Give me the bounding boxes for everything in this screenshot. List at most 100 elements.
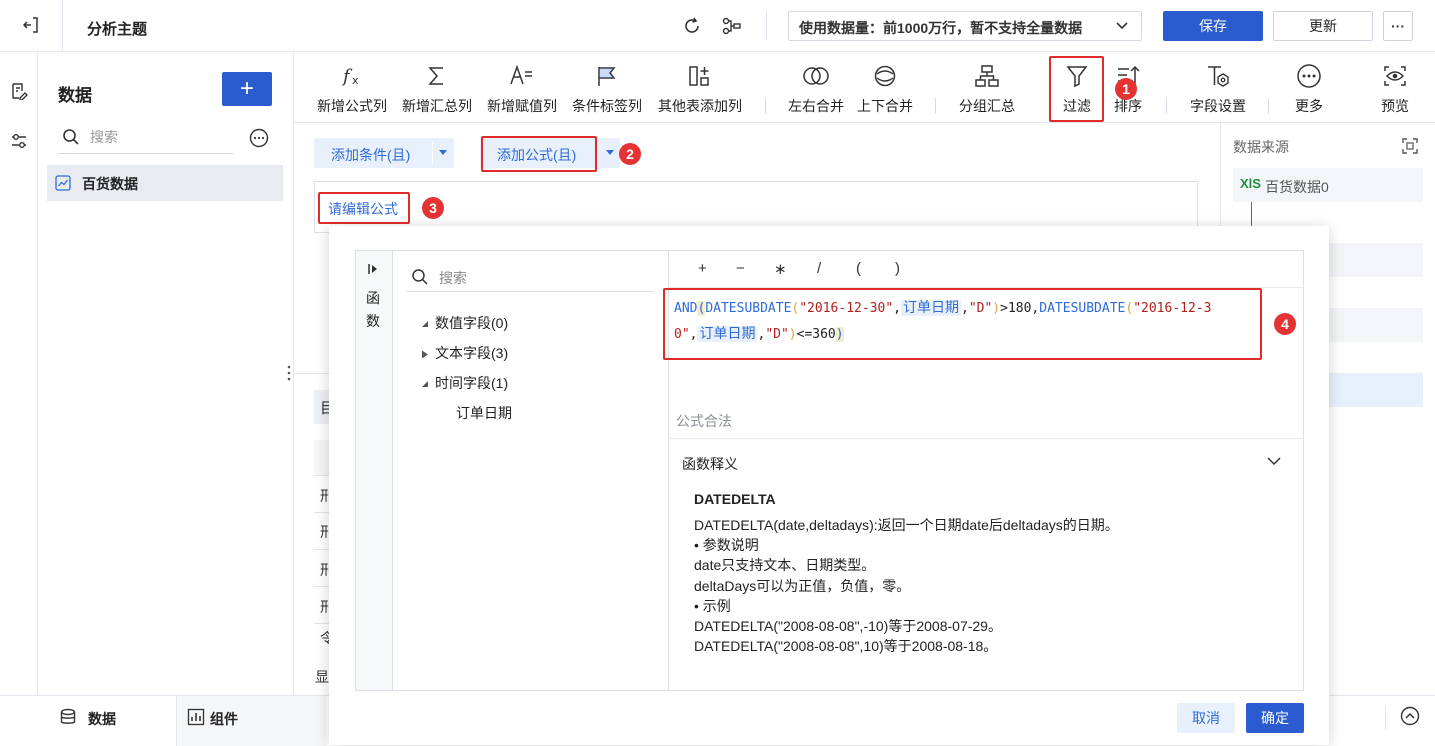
- caret-down-icon: [421, 320, 429, 328]
- operator-multiply[interactable]: ∗: [774, 260, 787, 278]
- help-line: deltaDays可以为正值，负值，零。: [694, 577, 911, 594]
- field-settings-button[interactable]: 字段设置: [1183, 60, 1253, 118]
- confirm-button[interactable]: 确定: [1246, 703, 1304, 733]
- cancel-button[interactable]: 取消: [1177, 703, 1235, 733]
- operator-plus[interactable]: +: [698, 260, 707, 277]
- toolbar-label: 上下合并: [857, 98, 913, 114]
- bottom-tab-component[interactable]: 组件: [176, 696, 326, 746]
- flag-icon: [595, 64, 619, 88]
- more-actions-button[interactable]: 更多: [1286, 60, 1332, 118]
- tree-text-fields[interactable]: 文本字段(3): [421, 343, 508, 363]
- toolbar-label: 预览: [1381, 98, 1409, 114]
- step-badge-1: 1: [1115, 78, 1137, 100]
- add-assign-column-button[interactable]: 新增赋值列: [482, 60, 562, 118]
- data-limit-text: 使用数据量：前1000万行，暂不支持全量数据: [799, 20, 1083, 36]
- tree-label: 时间字段(1): [435, 375, 509, 391]
- database-icon: [60, 708, 76, 726]
- source-item[interactable]: XlS 百货数据0: [1233, 168, 1423, 202]
- help-line: DATEDELTA("2008-08-08",-10)等于2008-07-29。: [694, 618, 1002, 635]
- merge-horizontal-button[interactable]: 左右合并: [783, 60, 849, 118]
- bottom-tab-label: 组件: [210, 711, 238, 727]
- more-circle-icon[interactable]: [249, 128, 269, 148]
- step-badge-3: 3: [422, 197, 444, 219]
- add-formula-column-button[interactable]: fx 新增公式列: [312, 60, 392, 118]
- data-limit-select[interactable]: 使用数据量：前1000万行，暂不支持全量数据: [788, 11, 1142, 41]
- data-panel: 数据 + 搜索 百货数据: [38, 52, 294, 695]
- group-summary-button[interactable]: 分组汇总: [952, 60, 1022, 118]
- toolbar-label: 新增汇总列: [402, 98, 472, 114]
- caret-down-icon[interactable]: [439, 150, 447, 156]
- assign-icon: [509, 64, 535, 88]
- collapse-up-icon[interactable]: [1400, 706, 1420, 726]
- filter-highlight: [1049, 56, 1104, 122]
- right-panel-title: 数据来源: [1233, 139, 1289, 155]
- operator-open-paren[interactable]: (: [856, 260, 861, 277]
- toolbar-divider: [1166, 98, 1167, 114]
- svg-text:x: x: [352, 74, 359, 87]
- add-column-from-other-table-button[interactable]: 其他表添加列: [652, 60, 748, 118]
- tree-field-order-date[interactable]: 订单日期: [456, 403, 512, 423]
- page-title: 分析主题: [87, 21, 148, 38]
- more-button[interactable]: ···: [1383, 11, 1413, 41]
- tree-numeric-fields[interactable]: 数值字段(0): [421, 313, 508, 333]
- bg-show-label: 显: [315, 669, 329, 685]
- tree-date-fields[interactable]: 时间字段(1): [421, 373, 508, 393]
- bottom-tab-data[interactable]: 数据: [38, 696, 176, 746]
- settings-sliders-icon[interactable]: [10, 132, 28, 150]
- save-button[interactable]: 保存: [1163, 11, 1263, 41]
- merge-vertical-icon: [873, 64, 897, 88]
- toolbar-divider: [935, 98, 936, 114]
- toolbar-divider: [765, 98, 766, 114]
- preview-icon: [1382, 64, 1408, 88]
- refresh-icon[interactable]: [682, 16, 702, 36]
- divider: [432, 142, 433, 164]
- side-tab-char: 数: [366, 313, 380, 329]
- add-data-button[interactable]: +: [222, 72, 272, 106]
- add-condition-label-column-button[interactable]: 条件标签列: [567, 60, 647, 118]
- operator-close-paren[interactable]: ): [895, 260, 900, 277]
- expand-icon[interactable]: [1401, 137, 1419, 155]
- help-title: 函数释义: [682, 456, 738, 472]
- help-collapse-icon[interactable]: [1266, 456, 1282, 466]
- toolbar-label: 新增赋值列: [487, 98, 557, 114]
- exit-icon[interactable]: [22, 16, 40, 34]
- tree-label: 文本字段(3): [435, 345, 509, 361]
- dataset-edit-icon[interactable]: [10, 82, 28, 100]
- help-function-name: DATEDELTA: [694, 491, 776, 507]
- top-bar: 分析主题 使用数据量：前1000万行，暂不支持全量数据 保存 更新 ···: [0, 0, 1435, 52]
- merge-vertical-button[interactable]: 上下合并: [852, 60, 918, 118]
- add-summary-column-button[interactable]: 新增汇总列: [397, 60, 477, 118]
- step-badge-2: 2: [619, 143, 641, 165]
- help-line: DATEDELTA(date,deltadays):返回一个日期date后del…: [694, 517, 1119, 533]
- divider: [1385, 706, 1386, 730]
- update-button[interactable]: 更新: [1273, 11, 1373, 41]
- function-side-tab[interactable]: 函 数: [356, 251, 393, 690]
- field-search[interactable]: 搜索: [406, 262, 654, 292]
- toolbar-label: 字段设置: [1190, 98, 1246, 114]
- field-search-placeholder: 搜索: [439, 270, 467, 286]
- excel-icon: XlS: [1240, 176, 1261, 191]
- search-icon: [62, 128, 80, 146]
- dataset-item[interactable]: 百货数据: [47, 165, 283, 201]
- bottom-tab-label: 数据: [88, 711, 116, 727]
- help-line: • 示例: [694, 597, 731, 614]
- toolbar-label: 分组汇总: [959, 98, 1015, 114]
- add-condition-button[interactable]: 添加条件(且): [314, 138, 454, 168]
- toolbar-label: 更多: [1295, 98, 1323, 114]
- help-line: date只支持文本、日期类型。: [694, 557, 876, 574]
- drag-handle-icon[interactable]: [286, 364, 292, 382]
- formula-status: 公式合法: [676, 413, 732, 429]
- preview-button[interactable]: 预览: [1372, 60, 1418, 118]
- add-column-icon: [687, 64, 713, 88]
- lineage-icon[interactable]: [722, 16, 742, 36]
- source-label: 百货数据0: [1265, 179, 1329, 195]
- operator-divide[interactable]: /: [817, 260, 821, 277]
- collapse-right-icon[interactable]: [367, 263, 381, 275]
- caret-down-icon[interactable]: [606, 150, 614, 156]
- operator-minus[interactable]: −: [736, 260, 745, 277]
- formula-editor-dialog: 函 数 搜索 数值字段(0) 文本字段(3) 时间字段(1) 订单日期 + − …: [329, 226, 1329, 745]
- data-search[interactable]: 搜索: [58, 122, 234, 154]
- side-tab-char: 函: [366, 290, 380, 306]
- edit-formula-link[interactable]: 请编辑公式: [328, 199, 398, 219]
- dataset-label: 百货数据: [82, 176, 138, 192]
